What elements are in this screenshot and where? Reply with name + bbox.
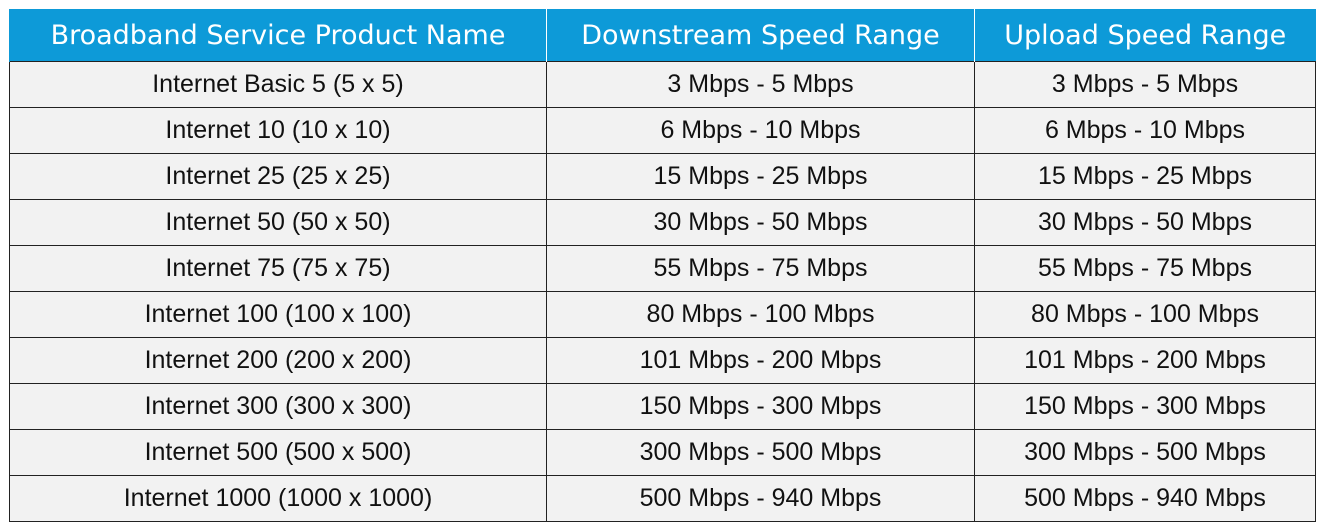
downstream-speed-cell: 6 Mbps - 10 Mbps [546,107,975,154]
header-downstream-speed: Downstream Speed Range [546,9,975,62]
upload-speed-cell: 80 Mbps - 100 Mbps [974,291,1316,338]
product-name-cell: Internet 100 (100 x 100) [9,291,547,338]
downstream-speed-cell: 300 Mbps - 500 Mbps [546,429,975,476]
product-name-cell: Internet 200 (200 x 200) [9,337,547,384]
speed-table: Broadband Service Product Name Downstrea… [9,9,1316,522]
table-row: Internet 100 (100 x 100) 80 Mbps - 100 M… [9,291,1316,338]
downstream-speed-cell: 30 Mbps - 50 Mbps [546,199,975,246]
header-upload-speed: Upload Speed Range [974,9,1316,62]
table-row: Internet 500 (500 x 500) 300 Mbps - 500 … [9,429,1316,476]
downstream-speed-cell: 150 Mbps - 300 Mbps [546,383,975,430]
upload-speed-cell: 150 Mbps - 300 Mbps [974,383,1316,430]
table-header: Broadband Service Product Name Downstrea… [9,9,1316,62]
table-row: Internet 25 (25 x 25) 15 Mbps - 25 Mbps … [9,153,1316,200]
downstream-speed-cell: 80 Mbps - 100 Mbps [546,291,975,338]
header-product-name: Broadband Service Product Name [9,9,547,62]
table-row: Internet 1000 (1000 x 1000) 500 Mbps - 9… [9,475,1316,522]
downstream-speed-cell: 500 Mbps - 940 Mbps [546,475,975,522]
product-name-cell: Internet 75 (75 x 75) [9,245,547,292]
downstream-speed-cell: 101 Mbps - 200 Mbps [546,337,975,384]
speed-table-container: Broadband Service Product Name Downstrea… [9,9,1316,522]
product-name-cell: Internet 500 (500 x 500) [9,429,547,476]
table-body: Internet Basic 5 (5 x 5) 3 Mbps - 5 Mbps… [9,61,1316,522]
table-row: Internet 300 (300 x 300) 150 Mbps - 300 … [9,383,1316,430]
product-name-cell: Internet 25 (25 x 25) [9,153,547,200]
table-row: Internet Basic 5 (5 x 5) 3 Mbps - 5 Mbps… [9,61,1316,108]
product-name-cell: Internet Basic 5 (5 x 5) [9,61,547,108]
table-row: Internet 75 (75 x 75) 55 Mbps - 75 Mbps … [9,245,1316,292]
table-row: Internet 10 (10 x 10) 6 Mbps - 10 Mbps 6… [9,107,1316,154]
upload-speed-cell: 300 Mbps - 500 Mbps [974,429,1316,476]
product-name-cell: Internet 50 (50 x 50) [9,199,547,246]
upload-speed-cell: 6 Mbps - 10 Mbps [974,107,1316,154]
upload-speed-cell: 30 Mbps - 50 Mbps [974,199,1316,246]
upload-speed-cell: 15 Mbps - 25 Mbps [974,153,1316,200]
header-row: Broadband Service Product Name Downstrea… [9,9,1316,62]
downstream-speed-cell: 3 Mbps - 5 Mbps [546,61,975,108]
upload-speed-cell: 3 Mbps - 5 Mbps [974,61,1316,108]
downstream-speed-cell: 15 Mbps - 25 Mbps [546,153,975,200]
table-row: Internet 50 (50 x 50) 30 Mbps - 50 Mbps … [9,199,1316,246]
product-name-cell: Internet 10 (10 x 10) [9,107,547,154]
product-name-cell: Internet 300 (300 x 300) [9,383,547,430]
table-row: Internet 200 (200 x 200) 101 Mbps - 200 … [9,337,1316,384]
upload-speed-cell: 500 Mbps - 940 Mbps [974,475,1316,522]
upload-speed-cell: 55 Mbps - 75 Mbps [974,245,1316,292]
product-name-cell: Internet 1000 (1000 x 1000) [9,475,547,522]
upload-speed-cell: 101 Mbps - 200 Mbps [974,337,1316,384]
downstream-speed-cell: 55 Mbps - 75 Mbps [546,245,975,292]
